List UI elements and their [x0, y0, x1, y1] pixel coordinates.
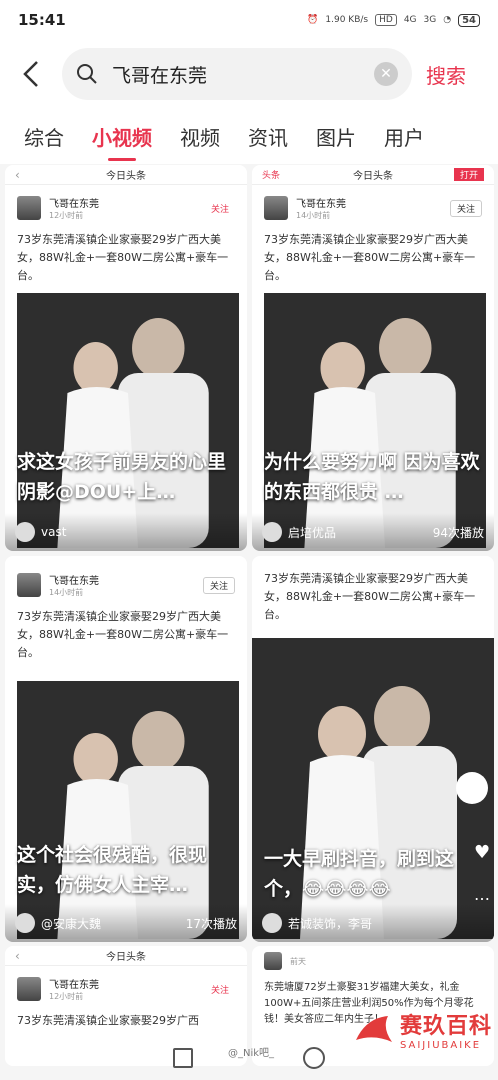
app-header: ‹ 今日头条 [5, 946, 247, 966]
post-header: 飞哥在东莞 12小时前 关注 [5, 966, 247, 1006]
video-caption: 为什么要努力啊 因为喜欢的东西都很贵 … [264, 451, 480, 503]
follow-label: 关注 [210, 985, 229, 996]
search-input[interactable]: 飞哥在东莞 ✕ [62, 48, 412, 100]
search-query: 飞哥在东莞 [112, 64, 208, 87]
post-header: 飞哥在东莞 12小时前 关注 [5, 185, 247, 225]
card-author: @安康大魏 [41, 916, 102, 931]
photo [264, 293, 486, 548]
card-author: 启培优品 [288, 525, 337, 540]
play-count: 17次播放 [185, 916, 237, 931]
home-icon[interactable] [303, 1047, 325, 1069]
tag-label: 头条 [262, 171, 281, 181]
follow-label: 关注 [202, 576, 235, 594]
post-time: 14小时前 [296, 211, 331, 220]
signal-4g: 4G [403, 15, 417, 25]
avatar [264, 196, 288, 220]
status-icons: ⏰ 1.90 KB/s HD 4G 3G ◔ 54 [307, 13, 480, 27]
search-button[interactable]: 搜索 [426, 60, 466, 89]
post-text: 73岁东莞清溪镇企业家豪娶29岁广西大美女，88W礼金+一套80W二房公寓+豪车… [17, 610, 229, 659]
video-card[interactable]: 73岁东莞清溪镇企业家豪娶29岁广西大美女，88W礼金+一套80W二房公寓+豪车… [252, 556, 494, 942]
post-text: 73岁东莞清溪镇企业家豪娶29岁广西大美女，88W礼金+一套80W二房公寓+豪车… [17, 233, 229, 282]
author-avatar [15, 522, 35, 542]
wifi-icon: ◔ [443, 15, 452, 25]
photo [17, 681, 239, 939]
avatar [17, 977, 41, 1001]
follow-label: 关注 [449, 199, 482, 217]
video-caption: 求这女孩子前男友的心里阴影@DOU+上… [17, 451, 227, 503]
avatar [17, 573, 41, 597]
post-text: 73岁东莞清溪镇企业家豪娶29岁广西 [17, 1014, 199, 1027]
open-label: 打开 [453, 168, 484, 181]
tab-bar: 综合 小视频 视频 资讯 图片 用户 [0, 108, 498, 164]
post-time: 前天 [290, 956, 306, 966]
video-card[interactable]: ‹ 今日头条 飞哥在东莞 12小时前 关注 73岁东莞清溪镇企业家豪娶29岁广西大美… [5, 165, 247, 551]
net-speed: 1.90 KB/s [325, 15, 369, 25]
card-author: 若诚装饰，李哥 [288, 916, 373, 931]
app-name: 今日头条 [106, 171, 146, 182]
post-text: 73岁东莞清溪镇企业家豪娶29岁广西大美女，88W礼金+一套80W二房公寓+豪车… [264, 572, 476, 621]
back-icon: ‹ [15, 948, 20, 963]
video-card[interactable]: 头条 今日头条 打开 飞哥在东莞 14小时前 关注 73岁东莞清溪镇企业家豪娶29岁广… [252, 165, 494, 551]
alarm-icon: ⏰ [307, 15, 319, 25]
avatar [17, 196, 41, 220]
post-text: 73岁东莞清溪镇企业家豪娶29岁广西大美女，88W礼金+一套80W二房公寓+豪车… [264, 233, 476, 282]
video-caption: 一大早刷抖音，刷到这个，😂😂😂😂 [264, 848, 455, 900]
app-header: 头条 今日头条 打开 [252, 165, 494, 185]
post-header: 飞哥在东莞 14小时前 关注 [252, 185, 494, 225]
author-avatar [262, 522, 282, 542]
tab-video[interactable]: 视频 [180, 122, 220, 151]
play-count: 94次播放 [432, 525, 484, 540]
author-avatar [15, 913, 35, 933]
tab-short-video[interactable]: 小视频 [92, 122, 152, 161]
tab-users[interactable]: 用户 [384, 122, 424, 151]
status-bar: 15:41 ⏰ 1.90 KB/s HD 4G 3G ◔ 54 [0, 0, 498, 40]
card-author: vast [41, 525, 67, 539]
back-icon[interactable] [12, 55, 50, 93]
status-time: 15:41 [18, 11, 66, 29]
tab-all[interactable]: 综合 [24, 122, 64, 151]
back-icon: ‹ [15, 167, 20, 182]
app-name: 今日头条 [353, 171, 393, 182]
post-author: 飞哥在东莞 [49, 199, 99, 210]
post-time: 12小时前 [49, 211, 84, 220]
search-icon [77, 64, 97, 84]
app-name: 今日头条 [106, 952, 146, 963]
signal-3g: 3G [423, 15, 437, 25]
author-avatar [262, 913, 282, 933]
card-footer: @安康大魏 17次播放 [5, 904, 247, 942]
post-time: 14小时前 [49, 588, 84, 597]
post-author: 飞哥在东莞 [296, 199, 346, 210]
app-header: ‹ 今日头条 [5, 165, 247, 185]
tab-images[interactable]: 图片 [316, 122, 356, 151]
post-author: 飞哥在东莞 [49, 980, 99, 991]
hd-icon: HD [375, 14, 397, 26]
card-footer: vast [5, 513, 247, 551]
recents-icon[interactable] [173, 1048, 193, 1068]
post-header: 前天 [252, 946, 494, 974]
avatar [264, 952, 282, 970]
post-author: 飞哥在东莞 [49, 576, 99, 587]
post-time: 12小时前 [49, 992, 84, 1001]
follow-label: 关注 [210, 204, 229, 215]
clear-icon[interactable]: ✕ [374, 62, 398, 86]
photo [17, 293, 239, 548]
video-card[interactable]: 飞哥在东莞 14小时前 关注 73岁东莞清溪镇企业家豪娶29岁广西大美女，88W礼… [5, 556, 247, 942]
tab-news[interactable]: 资讯 [248, 122, 288, 151]
weibo-watermark: @_Nik吧_ [228, 1048, 275, 1059]
card-footer: 启培优品 94次播放 [252, 513, 494, 551]
search-row: 飞哥在东莞 ✕ 搜索 [0, 40, 498, 108]
card-footer: 若诚装饰，李哥 [252, 904, 494, 942]
post-header: 飞哥在东莞 14小时前 关注 [5, 556, 247, 602]
video-caption: 这个社会很残酷，很现实，仿佛女人主宰… [17, 844, 208, 896]
battery-icon: 54 [458, 13, 480, 27]
